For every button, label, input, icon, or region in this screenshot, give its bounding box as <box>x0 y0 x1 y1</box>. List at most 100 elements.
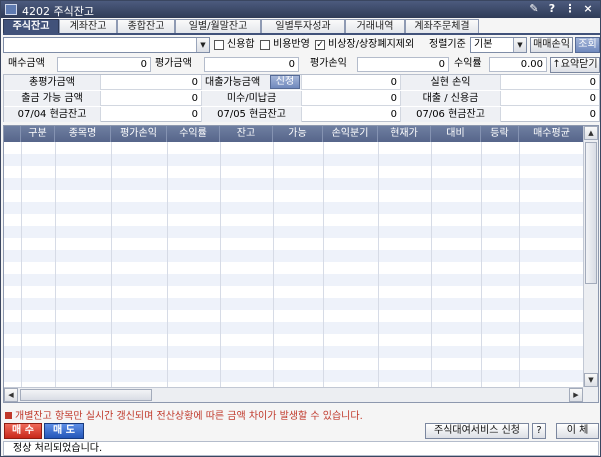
table-row <box>4 178 584 190</box>
tab-account-balance[interactable]: 계좌잔고 <box>59 19 117 34</box>
col-header-available[interactable]: 가능 <box>273 126 323 142</box>
return-value: 0.00 <box>489 57 547 72</box>
credit-sum-label: 신용합 <box>227 39 255 50</box>
exclude-delisted-label: 비상장/상장폐지제외 <box>328 39 415 50</box>
sort-label: 정렬기준 <box>429 39 466 50</box>
table-row <box>4 346 584 358</box>
help-icon[interactable]: ? <box>545 2 559 16</box>
col-header-type[interactable]: 구분 <box>21 126 55 142</box>
tab-bar: 주식잔고 계좌잔고 종합잔고 일별/월말잔고 일별투자성과 거래내역 계좌주문체… <box>3 19 479 34</box>
col-header-return[interactable]: 수익률 <box>167 126 220 142</box>
tab-transaction-history[interactable]: 거래내역 <box>345 19 405 34</box>
notice-text: 개별잔고 항목만 실시간 갱신되며 전산상황에 따른 금액 차이가 발생할 수 … <box>5 407 363 422</box>
table-row <box>4 226 584 238</box>
col-header-name[interactable]: 종목명 <box>55 126 111 142</box>
help-button[interactable]: ? <box>532 423 546 439</box>
status-message: 정상 처리되었습니다. <box>13 443 103 454</box>
summary-panel: 총평가금액 0 대출가능금액 신청 0 실현 손익 0 출금 가능 금액 0 미… <box>3 74 600 122</box>
eval-amount-value: 0 <box>204 57 299 72</box>
cash-d0-value: 0 <box>101 107 202 122</box>
realized-pnl-label: 실현 손익 <box>401 75 501 90</box>
holdings-grid[interactable]: 구분 종목명 평가손익 수익률 잔고 가능 손익분기 현재가 대비 등락 매수평… <box>3 125 599 403</box>
scroll-right-icon[interactable]: ▶ <box>569 388 583 402</box>
menu-icon[interactable]: ⋮ <box>563 2 577 16</box>
loan-apply-button[interactable]: 신청 <box>270 75 300 89</box>
summary-toggle-button[interactable]: ↑요약닫기 <box>550 57 600 73</box>
grid-column-line <box>481 142 482 388</box>
account-select[interactable]: ▼ <box>3 37 210 53</box>
col-header-balance[interactable]: 잔고 <box>220 126 273 142</box>
col-header-change[interactable]: 대비 <box>431 126 481 142</box>
vertical-scroll-thumb[interactable] <box>585 142 597 284</box>
table-row <box>4 298 584 310</box>
checkbox-icon[interactable] <box>260 40 270 50</box>
sort-select[interactable]: 기본 ▼ <box>470 37 527 53</box>
status-bar: 정상 처리되었습니다. <box>3 441 599 456</box>
exclude-delisted-checkbox[interactable]: ✓ 비상장/상장폐지제외 <box>315 38 414 52</box>
checkmark-icon[interactable]: ✓ <box>315 40 325 50</box>
query-button[interactable]: 조회 <box>575 37 600 53</box>
cost-reflect-checkbox[interactable]: 비용반영 <box>260 38 310 52</box>
checkbox-icon[interactable] <box>214 40 224 50</box>
eval-pnl-label: 평가손익 <box>310 58 347 69</box>
col-header-eval-pnl[interactable]: 평가손익 <box>111 126 167 142</box>
buy-amount-label: 매수금액 <box>8 58 45 69</box>
sell-button[interactable]: 매 도 <box>44 423 84 439</box>
eval-amount-label: 평가금액 <box>155 58 192 69</box>
loan-credit-value: 0 <box>589 93 596 104</box>
horizontal-scroll-thumb[interactable] <box>20 389 152 401</box>
total-eval-label: 총평가금액 <box>4 75 101 90</box>
notice-square-icon <box>5 412 12 419</box>
tab-stock-balance[interactable]: 주식잔고 <box>3 19 59 34</box>
stock-lending-button[interactable]: 주식대여서비스 신청 <box>425 423 529 439</box>
withdrawable-value: 0 <box>101 91 202 106</box>
cash-d0-label: 07/04 현금잔고 <box>4 107 101 122</box>
loan-credit-label: 대출 / 신용금 <box>401 91 501 106</box>
loanable-label-text: 대출가능금액 <box>205 77 261 88</box>
vertical-scrollbar[interactable]: ▲ ▼ <box>583 126 598 388</box>
col-header-avg-buy[interactable]: 매수평균 <box>519 126 584 142</box>
cash-d2-value: 0 <box>589 109 596 120</box>
unpaid-value: 0 <box>302 91 401 106</box>
scroll-left-icon[interactable]: ◀ <box>4 388 18 402</box>
summary-row: 총평가금액 0 대출가능금액 신청 0 실현 손익 0 <box>4 75 599 90</box>
sort-select-value: 기본 <box>474 39 493 50</box>
chevron-down-icon[interactable]: ▼ <box>196 38 209 52</box>
col-header-rate[interactable]: 등락 <box>481 126 519 142</box>
table-row <box>4 250 584 262</box>
summary-row: 출금 가능 금액 0 미수/미납금 0 대출 / 신용금 0 <box>4 91 599 106</box>
grid-column-line <box>220 142 221 388</box>
grid-column-line <box>167 142 168 388</box>
chevron-down-icon[interactable]: ▼ <box>513 38 526 52</box>
buy-button[interactable]: 매 수 <box>4 423 42 439</box>
grid-column-line <box>378 142 379 388</box>
edit-icon[interactable]: ✎ <box>527 2 541 16</box>
col-header-breakeven[interactable]: 손익분기 <box>323 126 378 142</box>
grid-body <box>4 142 584 388</box>
table-row <box>4 274 584 286</box>
summary-row: 07/04 현금잔고 0 07/05 현금잔고 0 07/06 현금잔고 0 <box>4 107 599 122</box>
close-icon[interactable]: × <box>581 2 595 16</box>
loanable-value: 0 <box>302 75 401 90</box>
scroll-down-icon[interactable]: ▼ <box>584 373 598 387</box>
window-title: 4202 주식잔고 <box>22 5 94 18</box>
scrollbar-corner <box>583 387 598 402</box>
transfer-button[interactable]: 이 체 <box>556 423 599 439</box>
title-bar: 4202 주식잔고 ✎ ? ⋮ × <box>1 1 600 18</box>
scroll-up-icon[interactable]: ▲ <box>584 126 598 140</box>
table-row <box>4 370 584 382</box>
col-header-current-price[interactable]: 현재가 <box>378 126 431 142</box>
table-row <box>4 322 584 334</box>
credit-sum-checkbox[interactable]: 신용합 <box>214 38 255 52</box>
tab-daily-performance[interactable]: 일별투자성과 <box>261 19 345 34</box>
tab-account-orders[interactable]: 계좌주문체결 <box>405 19 479 34</box>
tab-total-balance[interactable]: 종합잔고 <box>117 19 175 34</box>
realized-pnl-value: 0 <box>589 77 596 88</box>
return-label: 수익률 <box>454 58 482 69</box>
trade-pnl-button[interactable]: 매매손익 <box>530 37 573 53</box>
cash-d1-label: 07/05 현금잔고 <box>202 107 302 122</box>
horizontal-scrollbar[interactable]: ◀ ▶ <box>4 387 584 402</box>
cash-d1-value: 0 <box>302 107 401 122</box>
grid-column-line <box>111 142 112 388</box>
tab-daily-monthly-balance[interactable]: 일별/월말잔고 <box>175 19 261 34</box>
